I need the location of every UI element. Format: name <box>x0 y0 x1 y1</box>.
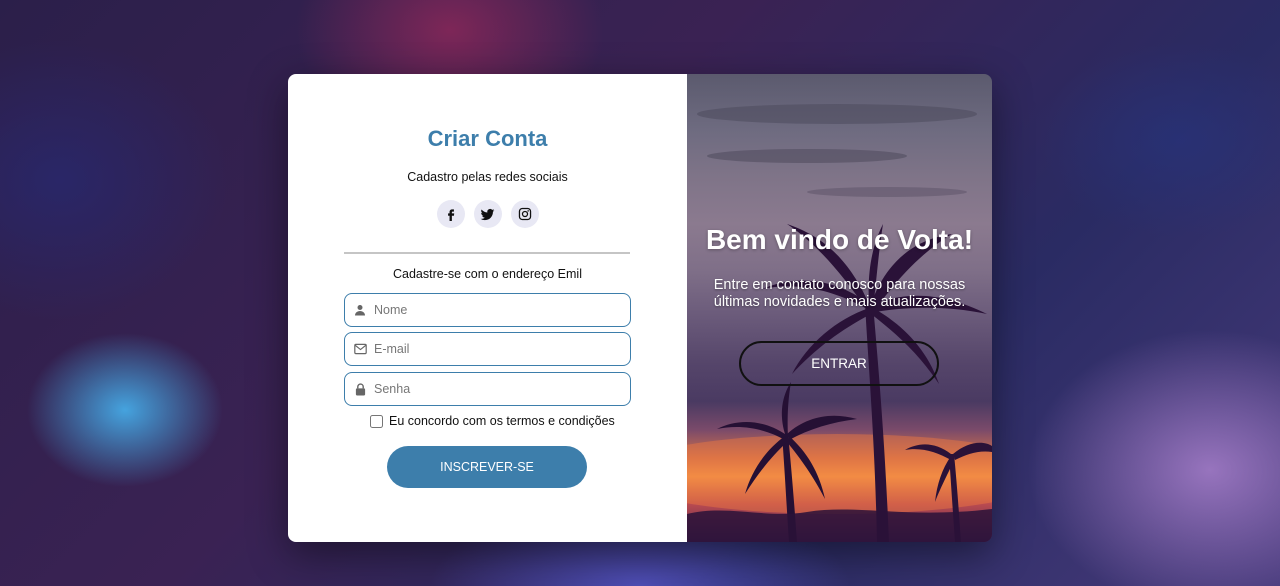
password-field-wrapper <box>344 372 631 406</box>
name-field-wrapper <box>344 293 631 327</box>
welcome-text: Entre em contato conosco para nossas últ… <box>713 277 966 310</box>
login-button[interactable]: ENTRAR <box>739 341 939 386</box>
divider <box>344 252 630 254</box>
auth-card: Criar Conta Cadastro pelas redes sociais <box>288 74 992 542</box>
welcome-panel: Bem vindo de Volta! Entre em contato con… <box>687 74 992 542</box>
welcome-title: Bem vindo de Volta! <box>705 224 974 255</box>
social-signup-label: Cadastro pelas redes sociais <box>407 170 568 184</box>
terms-row: Eu concordo com os termos e condições <box>370 414 615 428</box>
email-signup-label: Cadastre-se com o endereço Emil <box>393 267 582 281</box>
terms-checkbox[interactable] <box>370 414 383 428</box>
signup-button[interactable]: INSCREVER-SE <box>387 446 587 488</box>
facebook-icon <box>447 209 454 221</box>
signup-panel: Criar Conta Cadastro pelas redes sociais <box>288 74 687 542</box>
envelope-icon <box>353 342 367 356</box>
social-buttons <box>288 200 687 228</box>
instagram-button[interactable] <box>510 200 539 228</box>
email-input[interactable] <box>374 342 614 356</box>
terms-label: Eu concordo com os termos e condições <box>389 414 615 428</box>
signup-title: Criar Conta <box>427 126 548 151</box>
facebook-button[interactable] <box>436 200 465 228</box>
password-input[interactable] <box>374 382 614 396</box>
twitter-button[interactable] <box>473 200 502 228</box>
name-input[interactable] <box>374 303 614 317</box>
lock-icon <box>353 382 367 396</box>
email-field-wrapper <box>344 332 631 366</box>
user-icon <box>353 303 367 317</box>
instagram-icon <box>518 207 531 221</box>
twitter-icon <box>480 208 495 220</box>
